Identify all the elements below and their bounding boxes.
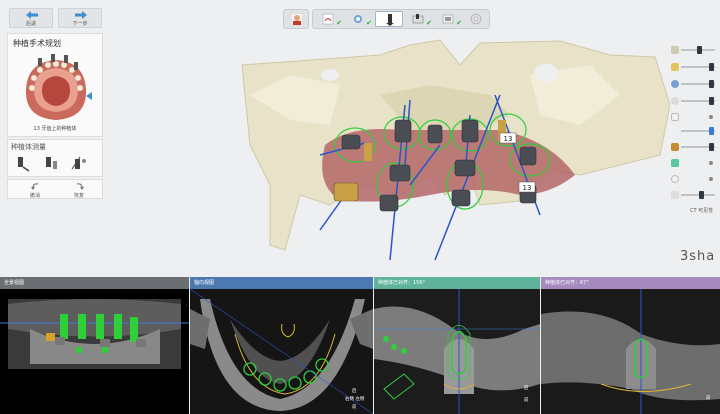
measure-tool-2-icon[interactable] — [42, 155, 62, 173]
implant-planning-panel: 种植手术规划 13 牙齿上的种植体 — [7, 33, 103, 137]
patient-button[interactable] — [283, 9, 309, 29]
check-icon: ✔ — [426, 19, 432, 27]
implant-measure-panel: 种植体测量 — [7, 139, 103, 177]
guide-step-icon — [412, 14, 424, 24]
hud-left-right: 右侧 左侧 — [345, 397, 365, 402]
workflow-step-guide[interactable]: ✔ — [405, 11, 433, 27]
tooth-tag-1: 13 — [499, 132, 517, 144]
pane-title: 种植体已对齐：156° — [374, 277, 540, 289]
implant-step-icon — [386, 14, 394, 26]
panoramic-view[interactable]: 全景视图 — [0, 277, 189, 414]
visibility-toggle-8[interactable] — [671, 158, 717, 168]
visibility-slider-7[interactable] — [671, 142, 717, 152]
next-button[interactable]: 下一步 — [58, 8, 102, 28]
export-step-icon — [442, 14, 454, 24]
svg-text:13: 13 — [523, 184, 532, 192]
svg-text:13: 13 — [504, 135, 513, 143]
visibility-slider-4[interactable] — [671, 96, 717, 106]
measure-title: 种植体测量 — [11, 143, 46, 151]
workflow-step-export[interactable]: ✔ — [435, 11, 463, 27]
measure-tool-1-icon[interactable] — [14, 155, 34, 173]
redo-label: 恢复 — [73, 193, 84, 199]
workflow-step-implant[interactable] — [375, 11, 403, 27]
workflow-bar: ✔ ✔ ✔ ✔ — [312, 9, 490, 29]
check-icon: ✔ — [336, 19, 342, 27]
brand-logo: 3sha — [680, 249, 716, 264]
disc-icon — [470, 13, 482, 25]
hud-anterior: 前 — [352, 405, 357, 410]
workflow-step-segment[interactable]: ✔ — [345, 11, 373, 27]
implant-caption: 13 牙齿上的种植体 — [33, 126, 77, 132]
redo-button[interactable]: 恢复 — [64, 181, 94, 199]
hud-posterior: 后 — [352, 389, 357, 394]
hud-anterior: 前 — [524, 398, 529, 403]
ct-visibility-label[interactable]: CT 可见性 — [690, 207, 713, 214]
back-button[interactable]: 后退 — [9, 8, 53, 28]
patient-avatar-icon — [291, 13, 303, 25]
panel-title: 种植手术规划 — [13, 39, 61, 48]
jaw-thumbnail-icon[interactable] — [20, 52, 92, 124]
check-icon: ✔ — [456, 19, 462, 27]
pane-title: 全景视图 — [0, 277, 189, 289]
next-label: 下一步 — [72, 21, 88, 27]
hud-posterior: 后 — [524, 386, 529, 391]
visibility-toggle-5[interactable] — [671, 112, 717, 122]
pane-title: 轴向视图 — [190, 277, 373, 289]
visibility-slider-1[interactable] — [671, 45, 717, 55]
3d-implant-view[interactable]: 13 13 — [230, 35, 670, 260]
tooth-tag-2: 13 — [518, 181, 536, 193]
hud-anterior: 前 — [706, 396, 711, 401]
workflow-step-disc[interactable] — [463, 11, 491, 27]
axial-view[interactable]: 轴向视图 后 右侧 左侧 前 — [190, 277, 373, 414]
measure-tool-3-icon[interactable] — [70, 155, 90, 173]
segment-step-icon — [354, 15, 362, 23]
scan-step-icon — [322, 13, 334, 25]
redo-icon — [76, 183, 84, 190]
visibility-slider-3[interactable] — [671, 79, 717, 89]
visibility-slider-6[interactable] — [671, 126, 717, 136]
undo-label: 撤消 — [29, 193, 40, 199]
cross-section-view-1[interactable]: 种植体已对齐：156° 后 前 — [374, 277, 540, 414]
history-panel: 撤消 恢复 — [7, 179, 103, 199]
visibility-slider-2[interactable] — [671, 62, 717, 72]
undo-button[interactable]: 撤消 — [20, 181, 50, 199]
pane-title: 种植体已对齐：67° — [541, 277, 720, 289]
check-icon: ✔ — [366, 19, 372, 27]
undo-icon — [31, 183, 39, 190]
back-arrow-icon — [26, 11, 38, 19]
back-label: 后退 — [25, 21, 36, 27]
cross-section-view-2[interactable]: 种植体已对齐：67° 前 — [541, 277, 720, 414]
visibility-toggle-9[interactable] — [671, 174, 717, 184]
next-arrow-icon — [75, 11, 87, 19]
ct-slider[interactable] — [671, 190, 717, 200]
workflow-step-scan[interactable]: ✔ — [315, 11, 343, 27]
